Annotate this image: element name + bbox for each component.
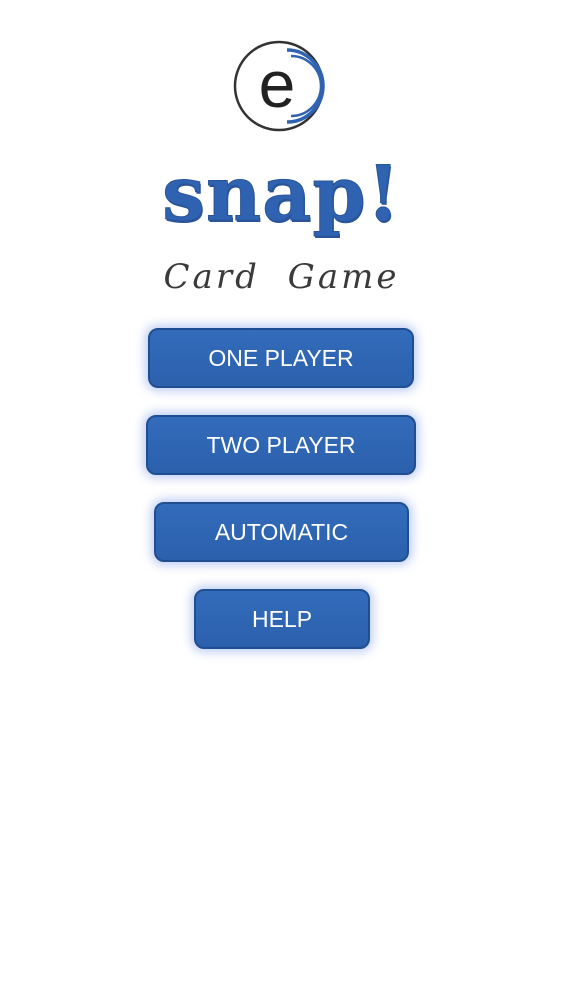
game-subtitle: Card Game xyxy=(163,257,400,297)
one-player-button[interactable]: ONE PLAYER xyxy=(148,328,414,388)
main-menu-screen: e snap! Card Game ONE PLAYER TWO PLAYER … xyxy=(0,0,563,1000)
e-logo-icon: e xyxy=(233,40,325,132)
game-title: snap! xyxy=(162,149,401,239)
automatic-button[interactable]: AUTOMATIC xyxy=(154,502,409,562)
logo-letter: e xyxy=(259,47,296,121)
help-button[interactable]: HELP xyxy=(194,589,370,649)
two-player-button[interactable]: TWO PLAYER xyxy=(146,415,416,475)
